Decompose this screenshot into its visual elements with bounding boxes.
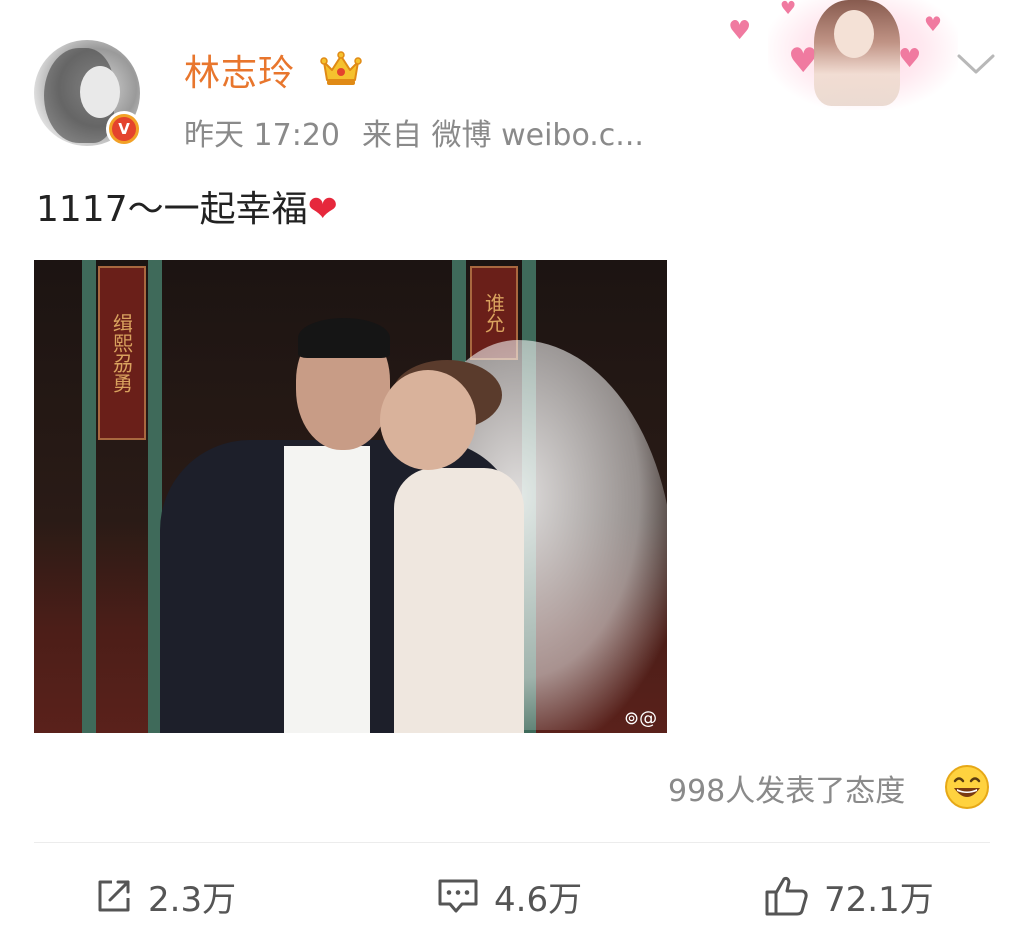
author-name[interactable]: 林志玲 [184, 44, 295, 96]
crown-icon [320, 51, 362, 85]
repost-count: 2.3万 [148, 879, 237, 920]
groom-hair [298, 318, 390, 358]
post-source[interactable]: 来自 微博 weibo.c... [362, 118, 644, 153]
temple-plaque: 缉熙刕勇 [98, 266, 146, 440]
comment-count: 4.6万 [494, 879, 583, 920]
weibo-watermark: ⊚@ [624, 708, 658, 729]
verified-mark: V [112, 117, 136, 141]
temple-pillar [82, 260, 96, 733]
like-button[interactable]: 72.1万 [764, 868, 934, 924]
comment-button[interactable]: 4.6万 [436, 868, 582, 924]
chevron-down-icon[interactable] [956, 52, 996, 76]
heart-icon: ♥ [924, 12, 942, 36]
avatar-face [80, 66, 120, 118]
like-count: 72.1万 [824, 879, 934, 920]
post-meta: 昨天 17:20 来自 微博 weibo.c... [184, 110, 666, 154]
post-photo[interactable]: 缉熙刕勇 谁允 ⊚@ [34, 260, 667, 733]
laughing-emoji-icon[interactable] [944, 764, 990, 810]
heart-icon: ♥ [780, 0, 797, 19]
post-text: 1117～一起幸福❤ [36, 180, 338, 232]
groom-shirt [284, 446, 370, 733]
heart-icon: ♥ [728, 16, 752, 46]
repost-button[interactable]: 2.3万 [94, 868, 236, 924]
post-time: 昨天 17:20 [184, 118, 340, 153]
post-text-content: 1117～一起幸福 [36, 189, 308, 230]
red-heart-icon: ❤ [307, 189, 338, 230]
bride-head [380, 370, 476, 470]
bride-dress [394, 468, 524, 733]
comment-icon [438, 879, 478, 913]
heart-icon: ♥ [898, 44, 922, 74]
verified-badge-icon: V [106, 111, 142, 147]
reactions-summary[interactable]: 998人发表了态度 [668, 766, 905, 810]
repost-icon [98, 880, 130, 912]
divider [34, 842, 990, 843]
thumbs-up-icon [765, 876, 808, 916]
profile-decoration: ♥ ♥ ♥ ♥ ♥ [728, 0, 958, 112]
decoration-face [834, 10, 874, 58]
